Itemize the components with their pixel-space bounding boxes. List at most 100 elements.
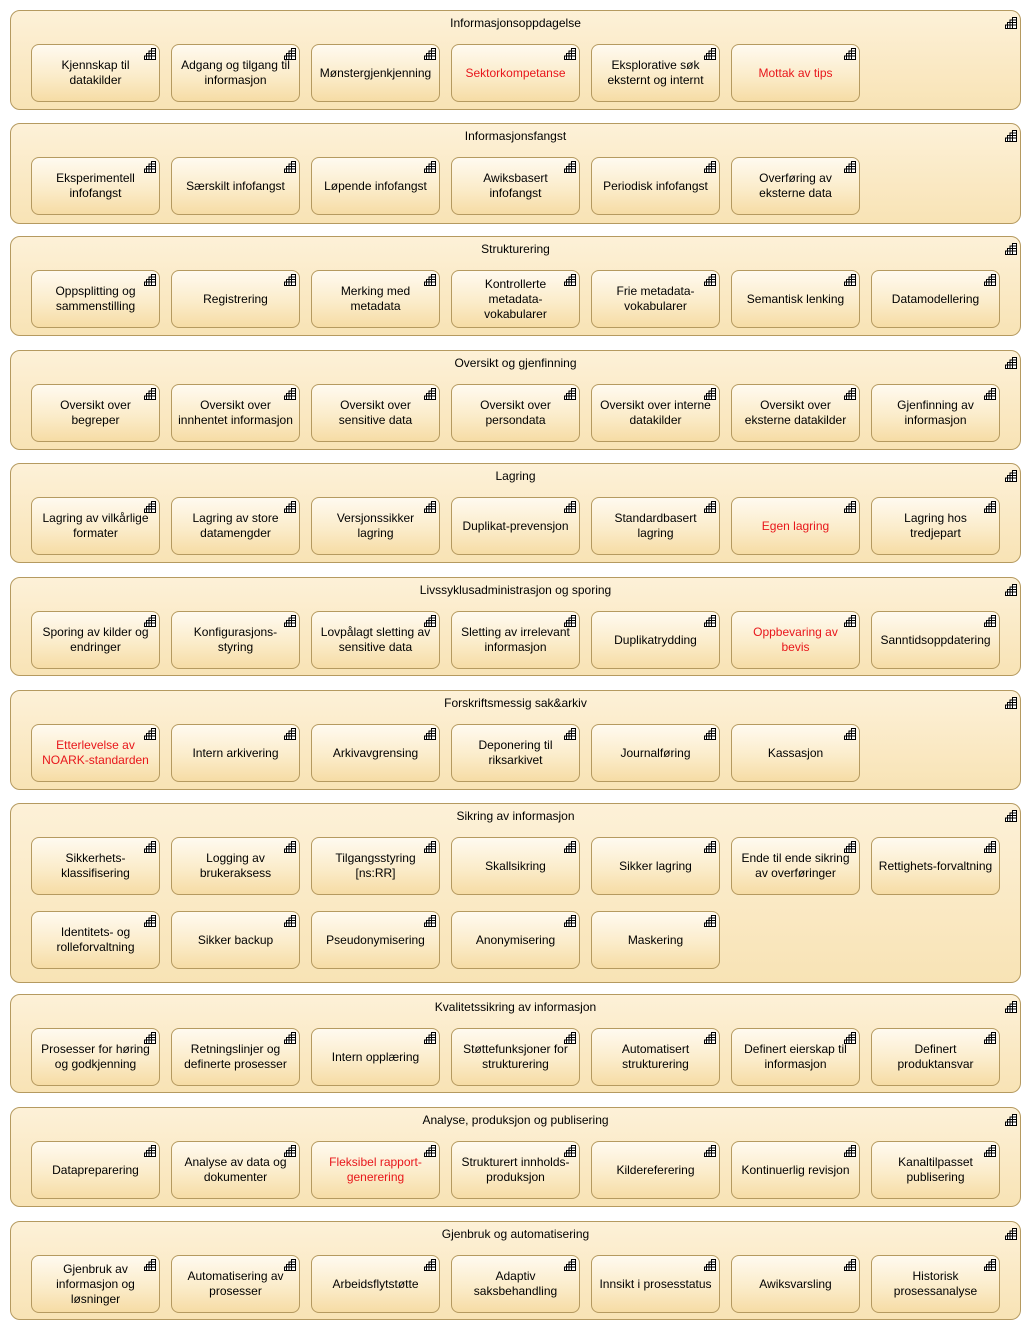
capability-box[interactable]: Særskilt infofangst	[171, 157, 300, 215]
capability-box[interactable]: Identitets- og rolleforvaltning	[31, 911, 160, 969]
capability-box[interactable]: Strukturert innholds-produksjon	[451, 1141, 580, 1199]
capability-box[interactable]: Automatisert strukturering	[591, 1028, 720, 1086]
capability-box[interactable]: Overføring av eksterne data	[731, 157, 860, 215]
capability-box[interactable]: Duplikatrydding	[591, 611, 720, 669]
capability-box[interactable]: Adgang og tilgang til informasjon	[171, 44, 300, 102]
capability-label: Sektorkompetanse	[465, 65, 566, 80]
capability-stairs-icon	[284, 915, 296, 927]
capability-box[interactable]: Sikkerhets-klassifisering	[31, 837, 160, 895]
capability-box[interactable]: Analyse av data og dokumenter	[171, 1141, 300, 1199]
capability-box[interactable]: Periodisk infofangst	[591, 157, 720, 215]
capability-box[interactable]: Kanaltilpasset publisering	[871, 1141, 1000, 1199]
capability-box[interactable]: Definert eierskap til informasjon	[731, 1028, 860, 1086]
capability-box[interactable]: Pseudonymisering	[311, 911, 440, 969]
capability-box[interactable]: Tilgangsstyring [ns:RR]	[311, 837, 440, 895]
capability-box[interactable]: Lagring hos tredjepart	[871, 497, 1000, 555]
capability-box[interactable]: Kildereferering	[591, 1141, 720, 1199]
capability-stairs-icon	[844, 1145, 856, 1157]
capability-box[interactable]: Skallsikring	[451, 837, 580, 895]
capability-box[interactable]: Duplikat-prevensjon	[451, 497, 580, 555]
capability-box[interactable]: Oversikt over persondata	[451, 384, 580, 442]
capability-box[interactable]: Oversikt over interne datakilder	[591, 384, 720, 442]
capability-box[interactable]: Arbeidsflytstøtte	[311, 1255, 440, 1313]
capability-box[interactable]: Støttefunksjoner for strukturering	[451, 1028, 580, 1086]
capability-box[interactable]: Prosesser for høring og godkjenning	[31, 1028, 160, 1086]
capability-box[interactable]: Rettighets-forvaltning	[871, 837, 1000, 895]
capability-box[interactable]: Ende til ende sikring av overføringer	[731, 837, 860, 895]
capability-box[interactable]: Mottak av tips	[731, 44, 860, 102]
capability-box[interactable]: Versjonssikker lagring	[311, 497, 440, 555]
capability-box[interactable]: Standardbasert lagring	[591, 497, 720, 555]
capability-box[interactable]: Eksperimentell infofangst	[31, 157, 160, 215]
capability-box[interactable]: Merking med metadata	[311, 270, 440, 328]
capability-box[interactable]: Deponering til riksarkivet	[451, 724, 580, 782]
capability-box[interactable]: Kontrollerte metadata-vokabularer	[451, 270, 580, 328]
capability-box[interactable]: Lagring av store datamengder	[171, 497, 300, 555]
capability-box[interactable]: Datapreparering	[31, 1141, 160, 1199]
capability-box[interactable]: Anonymisering	[451, 911, 580, 969]
capability-stairs-icon	[284, 274, 296, 286]
capability-box[interactable]: Definert produktansvar	[871, 1028, 1000, 1086]
capability-label: Lagring hos tredjepart	[904, 511, 967, 540]
capability-box[interactable]: Registrering	[171, 270, 300, 328]
capability-box[interactable]: Etterlevelse av NOARK-standarden	[31, 724, 160, 782]
capability-box[interactable]: Lovpålagt sletting av sensitive data	[311, 611, 440, 669]
capability-box[interactable]: Innsikt i prosesstatus	[591, 1255, 720, 1313]
capability-box[interactable]: Arkivavgrensing	[311, 724, 440, 782]
capability-box[interactable]: Oversikt over innhentet informasjon	[171, 384, 300, 442]
capability-box[interactable]: Frie metadata-vokabularer	[591, 270, 720, 328]
capability-box[interactable]: Kjennskap til datakilder	[31, 44, 160, 102]
capability-box[interactable]: Historisk prosessanalyse	[871, 1255, 1000, 1313]
capability-label: Kontrollerte metadata-vokabularer	[484, 276, 547, 321]
capability-box[interactable]: Datamodellering	[871, 270, 1000, 328]
capability-label: Overføring av eksterne data	[759, 171, 832, 200]
capability-box[interactable]: Sporing av kilder og endringer	[31, 611, 160, 669]
capability-box[interactable]: Sikker backup	[171, 911, 300, 969]
capability-stairs-icon	[704, 1259, 716, 1271]
capability-box[interactable]: Fleksibel rapport-generering	[311, 1141, 440, 1199]
capability-box[interactable]: Lagring av vilkårlige formater	[31, 497, 160, 555]
capability-label: Sikker backup	[197, 932, 274, 947]
capability-box[interactable]: Kassasjon	[731, 724, 860, 782]
capability-label: Kanaltilpasset publisering	[898, 1155, 973, 1184]
capability-box[interactable]: Oversikt over eksterne datakilder	[731, 384, 860, 442]
capability-box[interactable]: Sletting av irrelevant informasjon	[451, 611, 580, 669]
capability-box[interactable]: Mønstergjenkjenning	[311, 44, 440, 102]
capability-box[interactable]: Løpende infofangst	[311, 157, 440, 215]
capability-label: Sporing av kilder og endringer	[42, 625, 149, 654]
capability-box[interactable]: Intern arkivering	[171, 724, 300, 782]
capability-box[interactable]: Journalføring	[591, 724, 720, 782]
capability-box[interactable]: Oppbevaring av bevis	[731, 611, 860, 669]
group-title: Forskriftsmessig sak&arkiv	[444, 696, 587, 710]
capability-label: Duplikatrydding	[614, 632, 697, 647]
capability-box[interactable]: Sikker lagring	[591, 837, 720, 895]
capability-box[interactable]: Gjenbruk av informasjon og løsninger	[31, 1255, 160, 1313]
capability-box[interactable]: Semantisk lenking	[731, 270, 860, 328]
capability-box[interactable]: Kontinuerlig revisjon	[731, 1141, 860, 1199]
capability-group: Oversikt og gjenfinning Oversikt over beg…	[10, 350, 1021, 450]
capability-box[interactable]: Sektorkompetanse	[451, 44, 580, 102]
capability-box[interactable]: Awiksbasert infofangst	[451, 157, 580, 215]
capability-box[interactable]: Maskering	[591, 911, 720, 969]
capability-stairs-icon	[284, 1032, 296, 1044]
capability-box[interactable]: Sanntidsoppdatering	[871, 611, 1000, 669]
capability-box[interactable]: Gjenfinning av informasjon	[871, 384, 1000, 442]
capability-box[interactable]: Intern opplæring	[311, 1028, 440, 1086]
capability-label: Datamodellering	[891, 291, 980, 306]
capability-box[interactable]: Automatisering av prosesser	[171, 1255, 300, 1313]
capability-box[interactable]: Egen lagring	[731, 497, 860, 555]
capability-stairs-icon	[844, 841, 856, 853]
capability-box[interactable]: Oversikt over begreper	[31, 384, 160, 442]
capability-box[interactable]: Logging av brukeraksess	[171, 837, 300, 895]
capability-box[interactable]: Adaptiv saksbehandling	[451, 1255, 580, 1313]
capability-box[interactable]: Oversikt over sensitive data	[311, 384, 440, 442]
capability-box[interactable]: Eksplorative søk eksternt og internt	[591, 44, 720, 102]
capability-box[interactable]: Retningslinjer og definerte prosesser	[171, 1028, 300, 1086]
group-title: Informasjonsoppdagelse	[450, 16, 581, 30]
capability-stairs-icon	[844, 274, 856, 286]
capability-label: Ende til ende sikring av overføringer	[741, 851, 850, 880]
capability-box[interactable]: Oppsplitting og sammenstilling	[31, 270, 160, 328]
capability-stairs-icon	[704, 1145, 716, 1157]
capability-box[interactable]: Awiksvarsling	[731, 1255, 860, 1313]
capability-box[interactable]: Konfigurasjons-styring	[171, 611, 300, 669]
